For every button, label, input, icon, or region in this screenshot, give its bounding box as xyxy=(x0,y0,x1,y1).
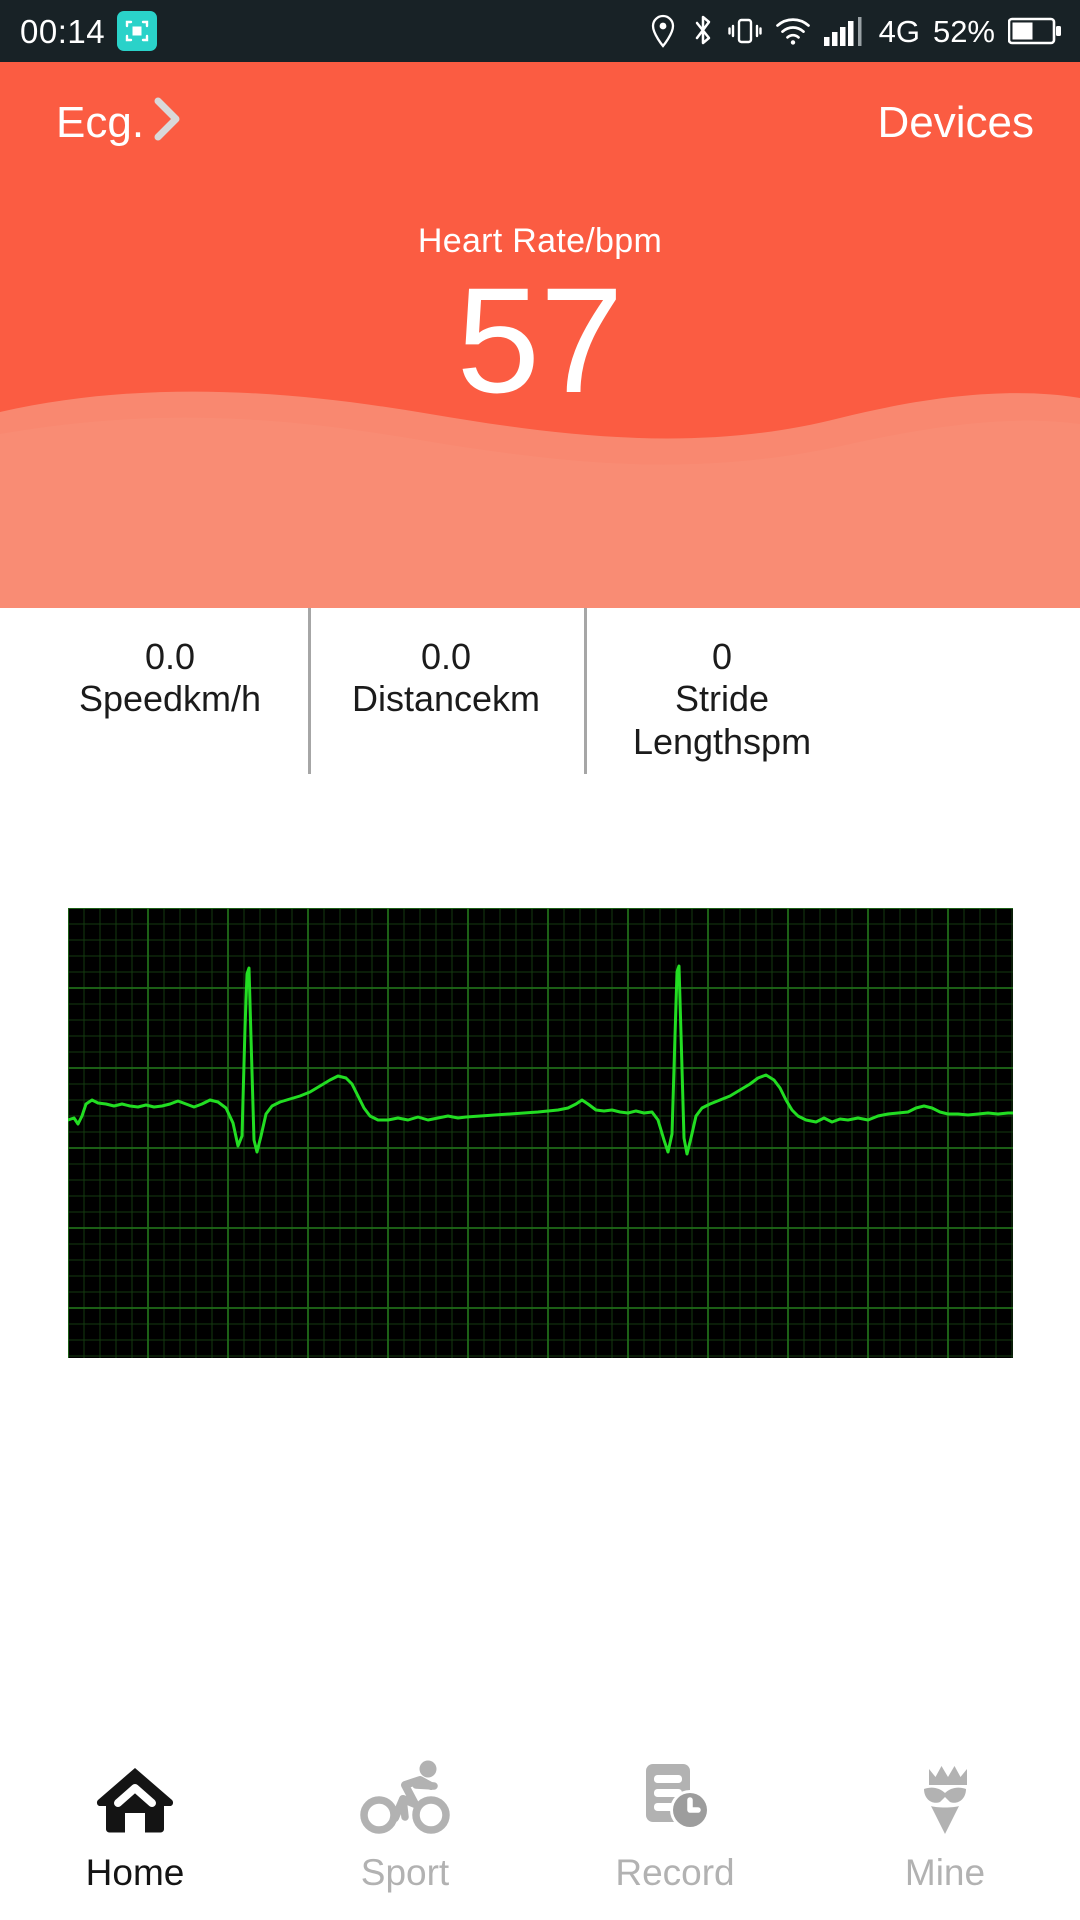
status-bar-left: 00:14 xyxy=(20,11,158,51)
stats-card: 0.0 Speedkm/h 0.0 Distancekm 0 Stride Le… xyxy=(32,608,860,774)
header-top-row: Ecg. Devices xyxy=(0,62,1080,184)
nav-item-mine[interactable]: Mine xyxy=(810,1720,1080,1891)
home-icon xyxy=(92,1752,178,1844)
nav-label: Home xyxy=(85,1852,185,1893)
bluetooth-icon xyxy=(691,14,715,48)
page-title: Ecg. xyxy=(56,98,145,147)
status-bar: 00:14 4G 52% xyxy=(0,0,1080,62)
stat-stride-length: 0 Stride Lengthspm xyxy=(584,608,860,774)
ecg-chart xyxy=(68,908,1013,1358)
devices-button[interactable]: Devices xyxy=(878,101,1035,145)
stat-value: 0 xyxy=(711,636,733,677)
screenshot-capture-icon[interactable] xyxy=(117,11,158,51)
nav-label: Record xyxy=(615,1852,735,1893)
nav-item-record[interactable]: Record xyxy=(540,1720,810,1891)
stat-label: Stride Lengthspm xyxy=(632,678,812,762)
network-type-label: 4G xyxy=(878,13,920,49)
stat-distance: 0.0 Distancekm xyxy=(308,608,584,774)
chevron-right-icon[interactable] xyxy=(146,91,190,152)
battery-percent-label: 52% xyxy=(932,13,995,49)
person-profile-icon xyxy=(902,1752,988,1844)
ecg-title-group[interactable]: Ecg. xyxy=(56,95,190,152)
nav-label: Sport xyxy=(360,1852,450,1893)
status-bar-clock: 00:14 xyxy=(20,12,106,50)
stat-value: 0.0 xyxy=(144,636,196,677)
bottom-navigation: Home Sport Record Mine xyxy=(0,1720,1080,1920)
wifi-icon xyxy=(775,16,811,46)
header-panel: Ecg. Devices Heart Rate/bpm 57 xyxy=(0,62,1080,608)
location-pin-icon xyxy=(648,14,678,48)
heart-rate-value: 57 xyxy=(456,256,624,424)
status-bar-right: 4G 52% xyxy=(648,14,1062,48)
ecg-background xyxy=(68,908,1013,1358)
stat-value: 0.0 xyxy=(420,636,472,677)
nav-label: Mine xyxy=(904,1852,986,1893)
stat-label: Speedkm/h xyxy=(78,678,262,720)
ecg-waveform-svg xyxy=(68,908,1013,1358)
vibrate-icon xyxy=(727,15,762,47)
nav-item-home[interactable]: Home xyxy=(0,1720,270,1891)
nav-item-sport[interactable]: Sport xyxy=(270,1720,540,1891)
signal-bars-icon xyxy=(823,15,870,47)
battery-icon xyxy=(1008,16,1062,46)
stat-label: Distancekm xyxy=(351,678,541,720)
document-clock-icon xyxy=(632,1752,718,1844)
cyclist-icon xyxy=(359,1752,451,1844)
stat-speed: 0.0 Speedkm/h xyxy=(32,608,308,774)
